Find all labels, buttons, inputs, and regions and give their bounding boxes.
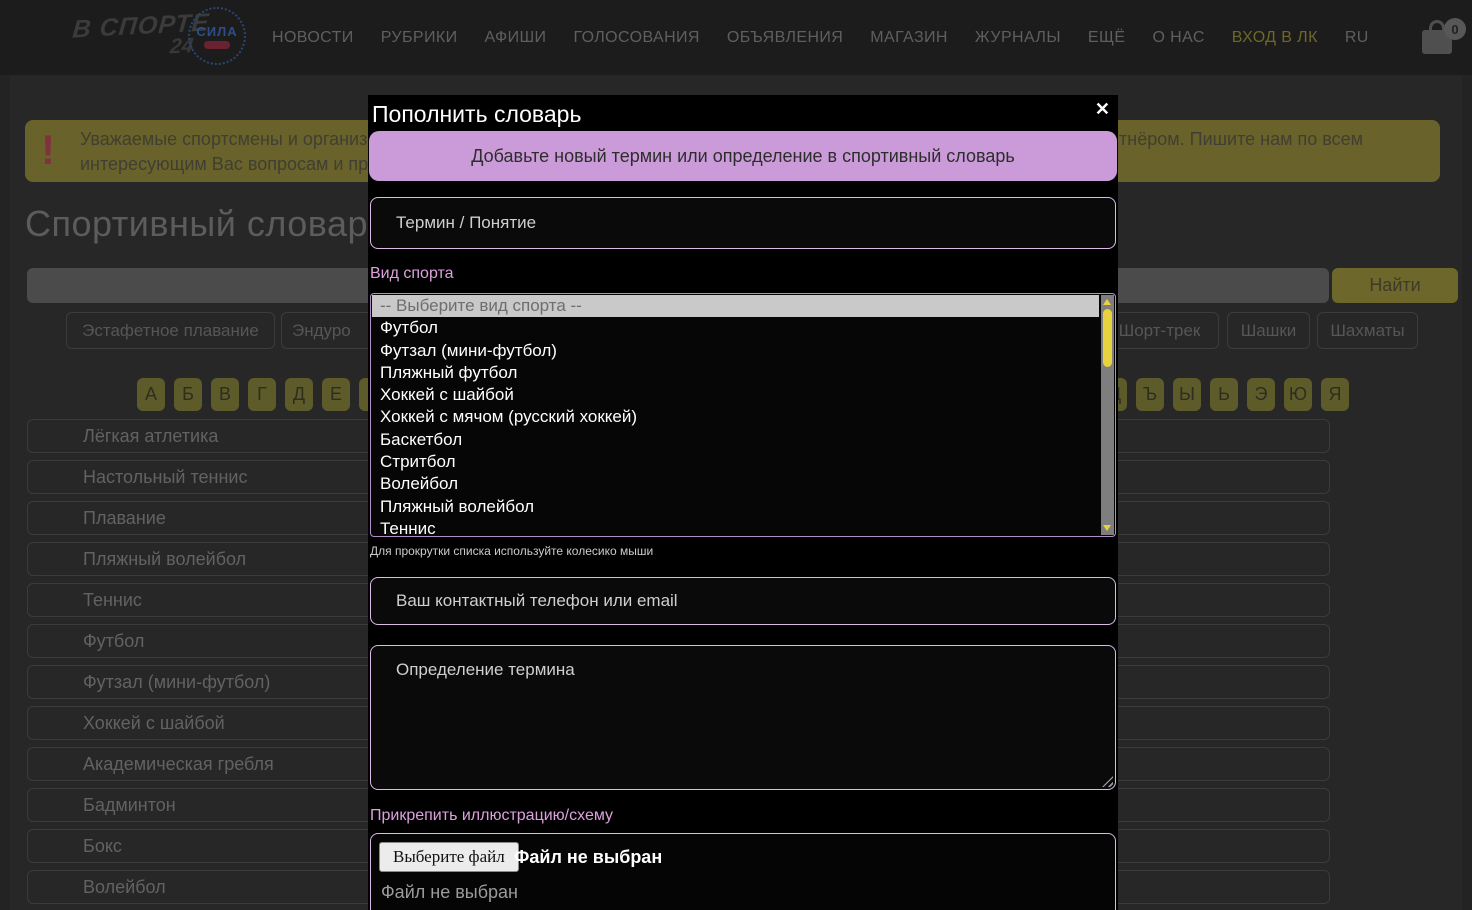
nav-item[interactable]: НОВОСТИ <box>272 29 354 47</box>
nav-item[interactable]: ЕЩЁ <box>1088 29 1126 47</box>
select-scrollbar[interactable] <box>1101 295 1114 535</box>
sila-emblem-red-bar <box>204 40 230 49</box>
exclamation-icon: ! <box>41 126 55 173</box>
add-term-modal: Пополнить словарь ✕ Добавьте новый терми… <box>368 95 1118 910</box>
modal-subtitle-banner: Добавьте новый термин или определение в … <box>369 131 1117 181</box>
file-upload-field: Выберите файл Файл не выбран Файл не выб… <box>370 833 1116 910</box>
alphabet-letter-button[interactable]: Г <box>248 378 276 411</box>
sila-emblem[interactable]: СИЛА <box>188 7 246 65</box>
notice-text-line1-right: тнёром. Пишите нам по всем <box>1119 129 1363 149</box>
nav-item[interactable]: О НАС <box>1152 29 1204 47</box>
alphabet-letter-button[interactable]: Ь <box>1210 378 1238 411</box>
top-navbar: В СПОРТЕ 24 СИЛА НОВОСТИ РУБРИКИ АФИШИ ГОЛО… <box>0 0 1472 75</box>
cart-count-badge: 0 <box>1444 18 1466 40</box>
nav-item[interactable]: МАГАЗИН <box>870 29 948 47</box>
sport-option[interactable]: Волейбол <box>372 473 1099 495</box>
cart-button[interactable]: 0 <box>1422 18 1466 60</box>
sport-type-label: Вид спорта <box>370 265 454 282</box>
sila-emblem-text: СИЛА <box>196 23 238 39</box>
nav-item[interactable]: ЖУРНАЛЫ <box>975 29 1061 47</box>
alphabet-letter-button[interactable]: Ы <box>1173 378 1201 411</box>
sport-tag[interactable]: Шахматы <box>1317 312 1418 349</box>
choose-file-button[interactable]: Выберите файл <box>379 842 519 872</box>
nav-item[interactable]: ОБЪЯВЛЕНИЯ <box>727 29 843 47</box>
alphabet-letter-button[interactable]: Б <box>174 378 202 411</box>
attach-illustration-label: Прикрепить иллюстрацию/схему <box>370 807 614 824</box>
main-nav: НОВОСТИ РУБРИКИ АФИШИ ГОЛОСОВАНИЯ ОБЪЯВЛЕНИЯ… <box>272 0 1369 75</box>
alphabet-letter-button[interactable]: Ъ <box>1136 378 1164 411</box>
nav-item[interactable]: ВХОД В ЛК <box>1232 29 1318 47</box>
page-title: Спортивный словарь <box>25 203 388 244</box>
nav-item[interactable]: RU <box>1345 29 1369 47</box>
file-status-text: Файл не выбран <box>381 882 518 902</box>
nav-item[interactable]: АФИШИ <box>484 29 546 47</box>
sport-option[interactable]: -- Выберите вид спорта -- <box>372 295 1099 318</box>
nav-item[interactable]: РУБРИКИ <box>381 29 458 47</box>
find-button[interactable]: Найти <box>1332 268 1458 303</box>
alphabet-letter-button[interactable]: Д <box>285 378 313 411</box>
sport-option[interactable]: Баскетбол <box>372 429 1099 451</box>
contact-input[interactable] <box>370 577 1116 625</box>
alphabet-letter-button[interactable]: Э <box>1247 378 1275 411</box>
sport-tag[interactable]: Эстафетное плавание <box>66 312 275 349</box>
nav-item[interactable]: ГОЛОСОВАНИЯ <box>573 29 699 47</box>
sport-option[interactable]: Пляжный футбол <box>372 362 1099 384</box>
sport-option[interactable]: Хоккей с мячом (русский хоккей) <box>372 406 1099 428</box>
alphabet-letter-button[interactable]: В <box>211 378 239 411</box>
sport-option[interactable]: Теннис <box>372 518 1099 536</box>
scroll-down-arrow-icon[interactable] <box>1103 525 1111 531</box>
sport-select-listbox[interactable]: -- Выберите вид спорта -- Футбол Футзал (м… <box>370 293 1116 537</box>
sport-options: -- Выберите вид спорта -- Футбол Футзал (м… <box>372 295 1099 536</box>
alphabet-letter-button[interactable]: Ю <box>1284 378 1312 411</box>
term-input[interactable] <box>370 197 1116 249</box>
definition-textarea[interactable] <box>370 645 1116 790</box>
alphabet-letter-button[interactable]: А <box>137 378 165 411</box>
modal-title: Пополнить словарь <box>372 101 582 127</box>
alphabet-letter-button[interactable]: Я <box>1321 378 1349 411</box>
close-icon[interactable]: ✕ <box>1095 99 1110 120</box>
sport-tag[interactable]: Шашки <box>1227 312 1310 349</box>
scrollbar-thumb[interactable] <box>1103 309 1112 367</box>
sport-option[interactable]: Стритбол <box>372 451 1099 473</box>
scroll-up-arrow-icon[interactable] <box>1103 299 1111 305</box>
sport-option[interactable]: Хоккей с шайбой <box>372 384 1099 406</box>
file-inline-status: Файл не выбран <box>514 847 663 867</box>
sport-option[interactable]: Футбол <box>372 317 1099 339</box>
alphabet-letter-button[interactable]: Е <box>322 378 350 411</box>
sport-option[interactable]: Пляжный волейбол <box>372 496 1099 518</box>
sport-option[interactable]: Футзал (мини-футбол) <box>372 340 1099 362</box>
scroll-hint-text: Для прокрутки списка используйте колесик… <box>370 544 654 558</box>
